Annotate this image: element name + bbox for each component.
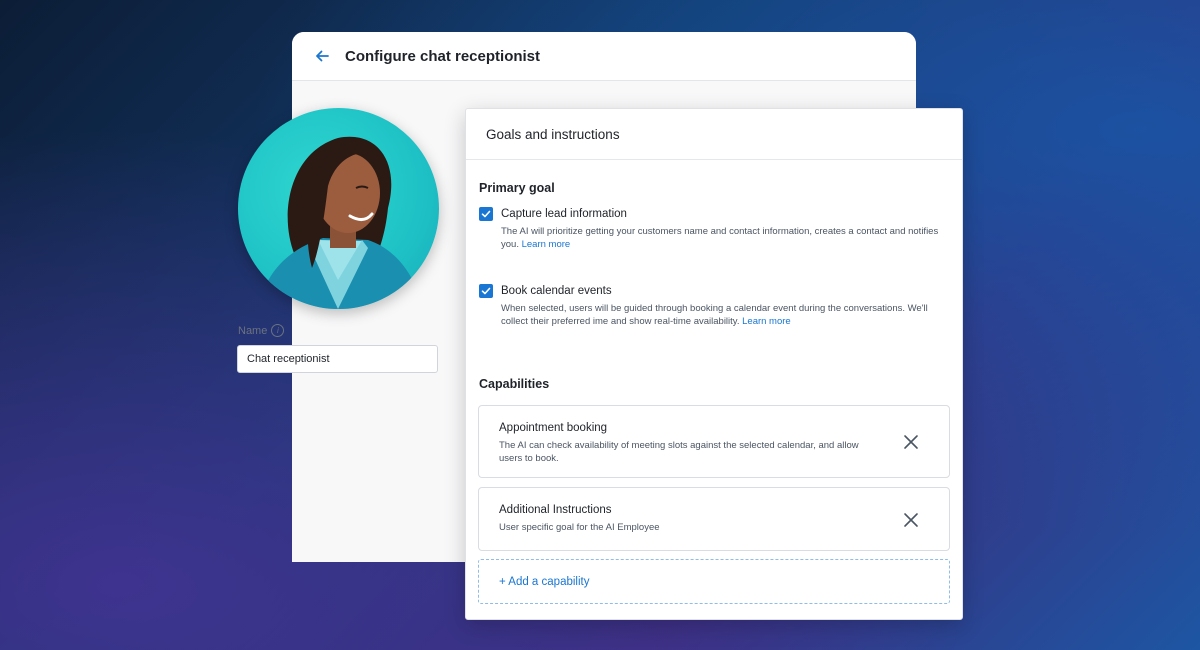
panel-header: Goals and instructions [466, 109, 962, 160]
capability-additional-instructions[interactable]: Additional Instructions User specific go… [478, 487, 950, 551]
book-calendar-checkbox[interactable] [479, 284, 493, 298]
capability-description: The AI can check availability of meeting… [499, 440, 859, 464]
learn-more-link[interactable]: Learn more [522, 239, 571, 250]
capability-description: User specific goal for the AI Employee [499, 522, 660, 533]
check-icon [481, 287, 491, 295]
add-capability-button[interactable]: + Add a capability [478, 559, 950, 604]
close-icon[interactable] [903, 512, 919, 528]
name-label: Name i [238, 324, 285, 337]
goal-title: Book calendar events [501, 285, 612, 297]
close-icon[interactable] [903, 434, 919, 450]
goal-description: When selected, users will be guided thro… [501, 303, 928, 327]
capability-appointment-booking[interactable]: Appointment booking The AI can check ava… [478, 405, 950, 478]
goals-panel: Goals and instructions Primary goal Capt… [465, 108, 963, 620]
avatar[interactable] [238, 108, 439, 309]
info-icon[interactable]: i [271, 324, 285, 337]
goal-description: The AI will prioritize getting your cust… [501, 226, 939, 250]
goal-capture-lead: Capture lead information The AI will pri… [479, 207, 944, 251]
page-title: Configure chat receptionist [345, 47, 541, 65]
back-arrow-icon[interactable] [314, 48, 330, 64]
capability-title: Appointment booking [499, 422, 608, 434]
learn-more-link[interactable]: Learn more [742, 316, 791, 327]
primary-goal-title: Primary goal [479, 181, 555, 195]
window-header: Configure chat receptionist [292, 32, 916, 81]
capabilities-title: Capabilities [479, 377, 550, 391]
goal-book-calendar: Book calendar events When selected, user… [479, 284, 944, 328]
goal-title: Capture lead information [501, 208, 627, 220]
check-icon [481, 210, 491, 218]
capture-lead-checkbox[interactable] [479, 207, 493, 221]
capability-title: Additional Instructions [499, 504, 612, 516]
name-input[interactable] [237, 345, 438, 373]
